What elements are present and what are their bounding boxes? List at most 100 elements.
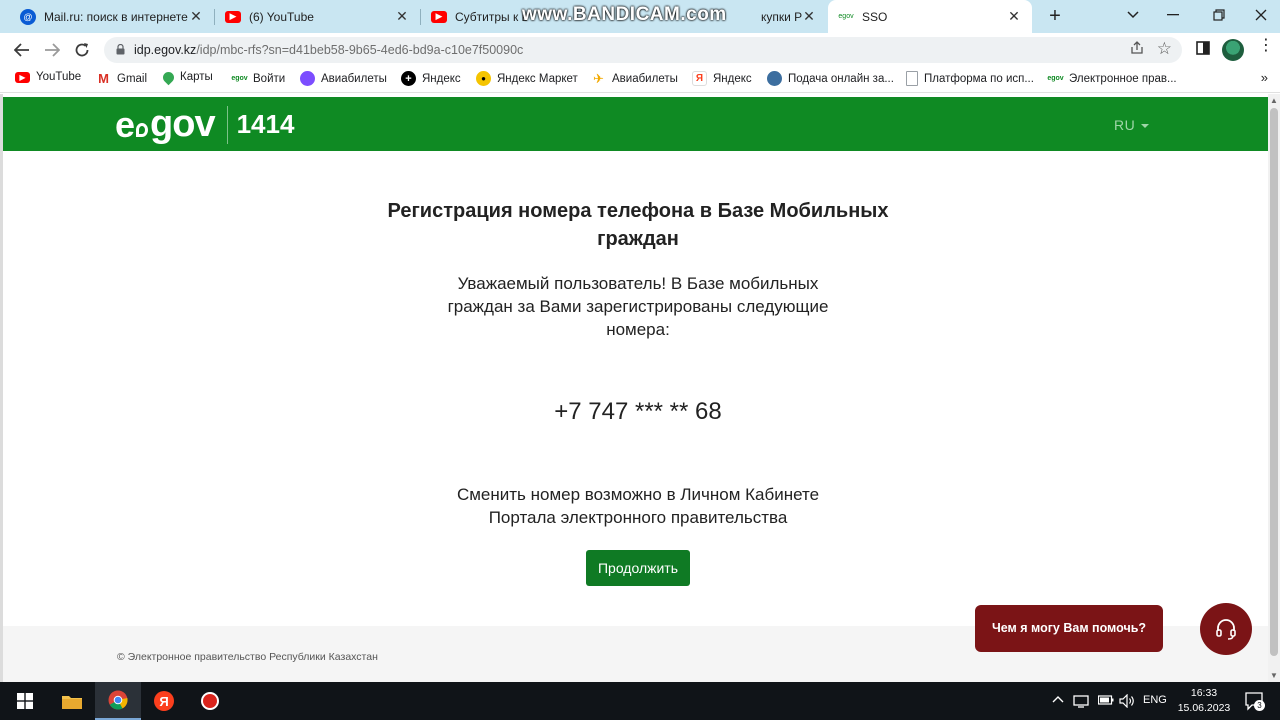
close-icon[interactable]: ✕ (394, 8, 410, 25)
url-host: idp.egov.kz (134, 43, 197, 57)
bookmark-yandex-2[interactable]: Я Яндекс (692, 71, 752, 86)
youtube-icon: ▶ (431, 10, 447, 23)
caret-down-icon (1141, 124, 1150, 129)
restore-icon[interactable] (1196, 0, 1242, 30)
tab-title: SSO (862, 9, 888, 24)
tab-sso[interactable]: egov SSO ✕ (828, 0, 1032, 33)
market-icon: ● (476, 71, 491, 86)
close-icon[interactable]: ✕ (801, 8, 817, 25)
plane-icon: ✈ (593, 70, 604, 86)
bookmark-label: Яндекс (422, 72, 461, 85)
bookmark-star-icon[interactable]: ☆ (1157, 39, 1172, 59)
recording-watermark: www.BANDICAM.com (522, 4, 727, 25)
browser-menu-icon[interactable]: ⋮ (1258, 38, 1274, 54)
more-bookmarks-icon[interactable]: » (1261, 70, 1268, 85)
logo-e: e (115, 103, 135, 145)
close-window-icon[interactable] (1238, 0, 1280, 30)
bookmark-label: Платформа по исп... (924, 72, 1034, 85)
logo-number: 1414 (236, 109, 295, 139)
egov-logo[interactable]: e gov 1414 (115, 103, 294, 146)
chat-prompt-bubble[interactable]: Чем я могу Вам помочь? (975, 605, 1163, 652)
forward-arrow-icon[interactable] (39, 37, 65, 63)
chat-support-button[interactable] (1200, 603, 1252, 655)
bookmark-label: Карты (180, 71, 213, 83)
back-arrow-icon[interactable] (9, 37, 35, 63)
address-bar[interactable]: idp.egov.kz/idp/mbc-rfs?sn=d41beb58-9b65… (104, 37, 1182, 63)
bookmark-voiti[interactable]: egov Войти (231, 71, 285, 86)
bookmark-yandex[interactable]: + Яндекс (401, 71, 461, 86)
close-icon[interactable]: ✕ (188, 8, 204, 25)
tray-chevron-icon[interactable] (1052, 694, 1064, 706)
page-icon (906, 71, 918, 86)
egov-header: e gov 1414 RU (3, 97, 1268, 151)
scroll-up-icon[interactable]: ▲ (1270, 96, 1278, 105)
registered-phone: +7 747 *** ** 68 (554, 398, 722, 425)
scrollbar-thumb[interactable] (1270, 108, 1278, 656)
share-icon[interactable] (1130, 41, 1144, 58)
profile-avatar[interactable] (1222, 39, 1244, 61)
system-clock[interactable]: 16:33 15.06.2023 (1172, 686, 1236, 716)
battery-icon[interactable] (1097, 694, 1114, 709)
bookmark-label: YouTube (36, 71, 82, 83)
bookmark-aviabilety[interactable]: Авиабилеты (300, 71, 387, 86)
copyright-text: © Электронное правительство Республики К… (117, 651, 378, 663)
bookmark-youtube[interactable]: ▶ YouTube (15, 71, 81, 83)
logo-leaf-icon (136, 122, 149, 137)
egov-icon: egov (838, 8, 854, 25)
notification-count: 3 (1254, 700, 1265, 711)
volume-icon[interactable] (1119, 693, 1135, 711)
input-language[interactable]: ENG (1143, 694, 1167, 706)
logo-divider (226, 105, 228, 144)
tab-youtube[interactable]: ▶ (6) YouTube ✕ (215, 0, 420, 33)
language-selector[interactable]: RU (1114, 117, 1150, 133)
globe-icon (767, 71, 782, 86)
new-tab-button[interactable]: + (1043, 4, 1067, 28)
lock-icon[interactable] (116, 44, 125, 55)
file-explorer-icon[interactable] (49, 682, 95, 720)
browser-tab-strip: @ Mail.ru: поиск в интернете ✕ ▶ (6) You… (0, 0, 1280, 33)
tab-mailru[interactable]: @ Mail.ru: поиск в интернете ✕ (0, 0, 214, 33)
close-icon[interactable]: ✕ (1006, 8, 1022, 25)
sidebar-icon[interactable] (1196, 41, 1210, 58)
bookmark-label: Gmail (117, 72, 148, 85)
url-text[interactable]: idp.egov.kz/idp/mbc-rfs?sn=d41beb58-9b65… (134, 43, 523, 57)
notifications-icon[interactable]: 3 (1244, 691, 1265, 714)
bookmark-podacha[interactable]: Подача онлайн за... (767, 71, 894, 86)
bookmark-yandex-market[interactable]: ● Яндекс Маркет (476, 71, 578, 86)
network-status-icon[interactable] (1073, 694, 1089, 711)
minimize-icon[interactable] (1150, 0, 1196, 30)
bookmarks-bar: ▶ YouTube M Gmail Карты egov Войти Авиабиле… (0, 66, 1280, 93)
bookmark-maps[interactable]: Карты (160, 69, 213, 85)
clock-time: 16:33 (1190, 687, 1218, 699)
chrome-taskbar-icon[interactable] (95, 682, 141, 720)
bookmark-label: Подача онлайн за... (788, 72, 894, 85)
bookmark-gmail[interactable]: M Gmail (96, 71, 147, 86)
youtube-icon: ▶ (15, 71, 30, 83)
windows-start-icon[interactable] (2, 682, 48, 720)
yandex-icon: + (401, 71, 416, 86)
reload-icon[interactable] (69, 37, 95, 63)
bookmark-egov[interactable]: egov Электронное прав... (1047, 71, 1177, 86)
egov-icon: egov (231, 75, 248, 82)
yandex-browser-icon[interactable]: Я (141, 682, 187, 720)
page-scrollbar[interactable]: ▲ ▼ (1268, 94, 1280, 682)
windows-taskbar: Я ENG 16:33 15.06.2023 3 (0, 682, 1280, 720)
continue-button[interactable]: Продолжить (586, 550, 690, 586)
mailru-icon: @ (20, 8, 36, 25)
bandicam-icon[interactable] (187, 682, 233, 720)
svg-text:Я: Я (159, 694, 168, 709)
logo-gov: gov (150, 103, 216, 145)
bookmark-platforma[interactable]: Платформа по исп... (906, 71, 1034, 86)
headset-icon (1216, 619, 1236, 640)
bookmark-aviabilety-2[interactable]: ✈ Авиабилеты (591, 71, 678, 86)
bookmark-label: Электронное прав... (1069, 72, 1177, 85)
page-viewport: e gov 1414 RU Регистрация номера телефон… (0, 94, 1268, 682)
tab-title: Mail.ru: поиск в интернете (44, 9, 188, 24)
egov-icon: egov (1047, 75, 1064, 82)
youtube-icon: ▶ (225, 10, 241, 23)
browser-toolbar: idp.egov.kz/idp/mbc-rfs?sn=d41beb58-9b65… (0, 33, 1280, 66)
bookmark-label: Яндекс (713, 72, 752, 85)
page-title: Регистрация номера телефона в Базе Мобил… (387, 200, 889, 250)
tab-title: (6) YouTube (249, 9, 314, 24)
scroll-down-icon[interactable]: ▼ (1270, 671, 1278, 680)
